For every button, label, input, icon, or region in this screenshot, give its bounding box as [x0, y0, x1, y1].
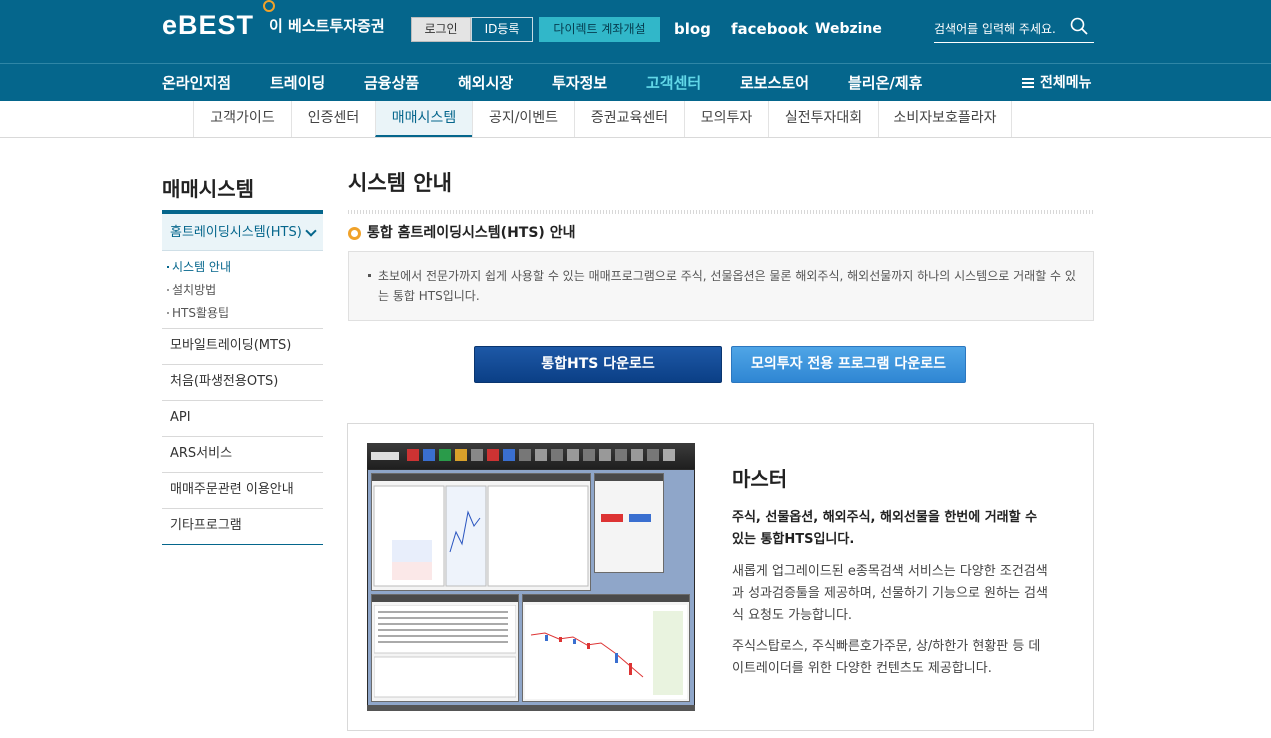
main-nav-item[interactable]: 온라인지점: [162, 73, 231, 93]
all-menu-button[interactable]: 전체메뉴: [1022, 73, 1092, 93]
sidebar-item-mts[interactable]: 모바일트레이딩(MTS): [162, 328, 323, 364]
product-title: 마스터: [732, 467, 788, 491]
page-title: 시스템 안내: [348, 171, 452, 195]
sidebar-title: 매매시스템: [162, 177, 254, 201]
download-mock-program-button[interactable]: 모의투자 전용 프로그램 다운로드: [731, 346, 966, 383]
bullet-dot-icon: [368, 274, 371, 277]
all-menu-label: 전체메뉴: [1040, 75, 1092, 91]
screenshot-window-news: [371, 594, 519, 702]
main-nav-item[interactable]: 투자정보: [552, 73, 607, 93]
main-nav-item[interactable]: 금융상품: [364, 73, 419, 93]
sidebar-subitem-install[interactable]: 설치방법: [166, 282, 216, 298]
bullet-circle-icon: [348, 226, 361, 240]
main-nav-item[interactable]: 트레이딩: [270, 73, 325, 93]
sidebar-subitem-tips[interactable]: HTS활용팁: [166, 305, 229, 321]
search-icon[interactable]: [1070, 17, 1088, 35]
brand-logo[interactable]: eBEST 이 베스트투자증권: [162, 0, 385, 40]
screenshot-window-quote: [371, 473, 591, 591]
screenshot-toolbar: [367, 443, 695, 469]
logo-circle-icon: [263, 0, 275, 12]
facebook-link[interactable]: facebook: [731, 18, 808, 40]
notice-text: 초보에서 전문가까지 쉽게 사용할 수 있는 매매프로그램으로 주식, 선물옵션…: [378, 269, 1076, 303]
section-title: 통합 홈트레이딩시스템(HTS) 안내: [367, 225, 576, 241]
search-input[interactable]: [934, 20, 1064, 38]
sidebar-item-api[interactable]: API: [162, 400, 323, 436]
sidebar-item-other-programs[interactable]: 기타프로그램: [162, 508, 323, 544]
sub-nav-item[interactable]: 증권교육센터: [574, 101, 684, 137]
sidebar-item-ars[interactable]: ARS서비스: [162, 436, 323, 472]
main-nav-item[interactable]: 해외시장: [458, 73, 513, 93]
sub-nav-item[interactable]: 공지/이벤트: [472, 101, 574, 137]
hts-screenshot: [367, 443, 695, 711]
chevron-down-icon: [305, 225, 317, 237]
screenshot-statusbar: [367, 705, 695, 711]
sub-nav-item[interactable]: 모의투자: [684, 101, 768, 137]
product-description-1: 새롭게 업그레이드된 e종목검색 서비스는 다양한 조건검색과 성과검증툴을 제…: [732, 564, 1048, 623]
main-nav-item[interactable]: 블리온/제휴: [848, 73, 922, 93]
sidebar-item-order-guide[interactable]: 매매주문관련 이용안내: [162, 472, 323, 508]
blog-link[interactable]: blog: [674, 18, 711, 40]
sub-nav-item[interactable]: 실전투자대회: [768, 101, 878, 137]
sub-nav-item[interactable]: 소비자보호플라자: [878, 101, 1012, 137]
main-nav-item[interactable]: 로보스토어: [740, 73, 809, 93]
download-hts-button[interactable]: 통합HTS 다운로드: [474, 346, 722, 383]
product-lead: 주식, 선물옵션, 해외주식, 해외선물을 한번에 거래할 수 있는 통합HTS…: [732, 510, 1038, 547]
sub-nav-item[interactable]: 고객가이드: [193, 101, 291, 137]
screenshot-window-order: [594, 473, 664, 573]
direct-account-button[interactable]: 다이렉트 계좌개설: [539, 17, 660, 42]
login-button[interactable]: 로그인: [411, 17, 471, 42]
main-nav: 온라인지점 트레이딩 금융상품 해외시장 투자정보 고객센터 로보스토어 블리온…: [0, 63, 1271, 101]
webzine-link[interactable]: Webzine: [815, 18, 882, 40]
sidebar-item-label: 홈트레이딩시스템(HTS): [170, 225, 302, 240]
sub-nav-item-active[interactable]: 매매시스템: [375, 101, 472, 137]
sidebar-item-ots[interactable]: 처음(파생전용OTS): [162, 364, 323, 400]
hamburger-icon: [1022, 78, 1034, 88]
main-nav-item-active[interactable]: 고객센터: [646, 73, 701, 93]
notice-box: 초보에서 전문가까지 쉽게 사용할 수 있는 매매프로그램으로 주식, 선물옵션…: [348, 251, 1094, 321]
search-box: [934, 14, 1094, 43]
brand-name: 이 베스트투자증권: [269, 17, 385, 35]
id-register-button[interactable]: ID등록: [471, 17, 533, 42]
sub-nav: 고객가이드 인증센터 매매시스템 공지/이벤트 증권교육센터 모의투자 실전투자…: [0, 101, 1271, 138]
logo-mark: eBEST: [162, 10, 255, 40]
top-header: eBEST 이 베스트투자증권 로그인 ID등록 다이렉트 계좌개설 blog …: [0, 0, 1271, 63]
product-card: 마스터 주식, 선물옵션, 해외주식, 해외선물을 한번에 거래할 수 있는 통…: [347, 423, 1094, 731]
sub-nav-item[interactable]: 인증센터: [291, 101, 375, 137]
screenshot-desktop: [368, 470, 694, 707]
sidebar-subitem-system-guide[interactable]: 시스템 안내: [166, 259, 231, 275]
sidebar-bottom-line: [162, 544, 323, 545]
title-divider: [348, 210, 1094, 214]
screenshot-window-chart: [522, 594, 690, 702]
sidebar-item-hts[interactable]: 홈트레이딩시스템(HTS): [162, 214, 323, 251]
product-description-2: 주식스탑로스, 주식빠른호가주문, 상/하한가 현황판 등 데이트레이더를 위한…: [732, 639, 1041, 676]
section-heading: 통합 홈트레이딩시스템(HTS) 안내: [348, 223, 575, 243]
